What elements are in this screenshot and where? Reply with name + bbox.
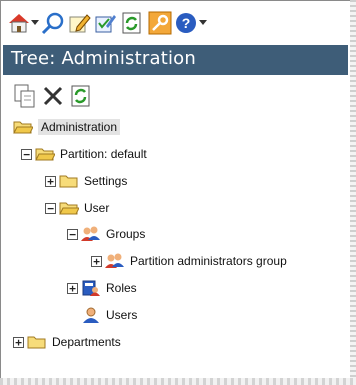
svg-text:?: ?	[182, 15, 191, 31]
roles-icon	[81, 280, 101, 296]
folder-open-icon	[59, 200, 79, 216]
folder-open-icon	[35, 146, 55, 162]
tree-node-label: Users	[106, 308, 138, 322]
tree-node-label: Departments	[52, 335, 121, 349]
collapse-toggle[interactable]: −	[45, 202, 56, 214]
tree-node-label: Roles	[106, 281, 137, 295]
tree-node-administration[interactable]: Administration	[13, 116, 121, 138]
refresh-icon[interactable]	[120, 11, 144, 35]
tree-node-label: Partition administrators group	[130, 254, 287, 268]
expand-toggle[interactable]: +	[13, 336, 24, 348]
group-icon	[81, 226, 101, 242]
help-icon[interactable]: ?	[174, 11, 198, 35]
tree-view: Administration − Partition: default + Se…	[1, 113, 351, 368]
folder-icon	[59, 173, 79, 189]
tree-node-label: Administration	[38, 119, 121, 135]
home-icon[interactable]	[7, 11, 31, 35]
tree-actions	[11, 81, 211, 113]
tree-node-departments[interactable]: + Departments	[13, 331, 121, 353]
copy-icon[interactable]	[11, 81, 39, 111]
tree-node-settings[interactable]: + Settings	[45, 170, 127, 192]
toolbar: ?	[3, 3, 349, 43]
expand-toggle[interactable]: +	[45, 175, 56, 187]
tree-node-partition[interactable]: − Partition: default	[21, 143, 147, 165]
collapse-toggle[interactable]: −	[21, 148, 32, 160]
tree-node-label: Settings	[84, 174, 128, 188]
tree-node-label: Groups	[106, 227, 146, 241]
tree-node-user[interactable]: − User	[45, 197, 109, 219]
user-icon	[81, 307, 101, 323]
refresh-icon[interactable]	[67, 81, 95, 111]
collapse-toggle[interactable]: −	[67, 228, 78, 240]
tree-node-label: User	[84, 201, 110, 215]
torn-edge-right	[350, 0, 356, 385]
home-dropdown-icon[interactable]	[30, 11, 40, 35]
folder-open-icon	[13, 119, 33, 135]
expand-toggle[interactable]: +	[91, 255, 102, 267]
check-edit-icon[interactable]	[93, 11, 117, 35]
torn-edge-bottom	[0, 378, 356, 385]
key-icon[interactable]	[148, 11, 172, 35]
tree-node-partition-admins[interactable]: + Partition administrators group	[91, 250, 287, 272]
edit-icon[interactable]	[67, 11, 91, 35]
folder-icon	[27, 334, 47, 350]
search-icon[interactable]	[41, 11, 65, 35]
panel-title: Tree: Administration	[11, 48, 197, 69]
tree-node-users[interactable]: Users	[81, 304, 137, 326]
group-icon	[105, 253, 125, 269]
tree-panel: ? Tree: Administration Administration −	[0, 0, 353, 382]
help-dropdown-icon[interactable]	[198, 11, 208, 35]
tree-node-roles[interactable]: + Roles	[67, 277, 137, 299]
tree-node-label: Partition: default	[60, 147, 147, 161]
expand-toggle[interactable]: +	[67, 282, 78, 294]
delete-icon[interactable]	[39, 81, 67, 111]
tree-node-groups[interactable]: − Groups	[67, 223, 145, 245]
panel-header: Tree: Administration	[3, 45, 348, 75]
